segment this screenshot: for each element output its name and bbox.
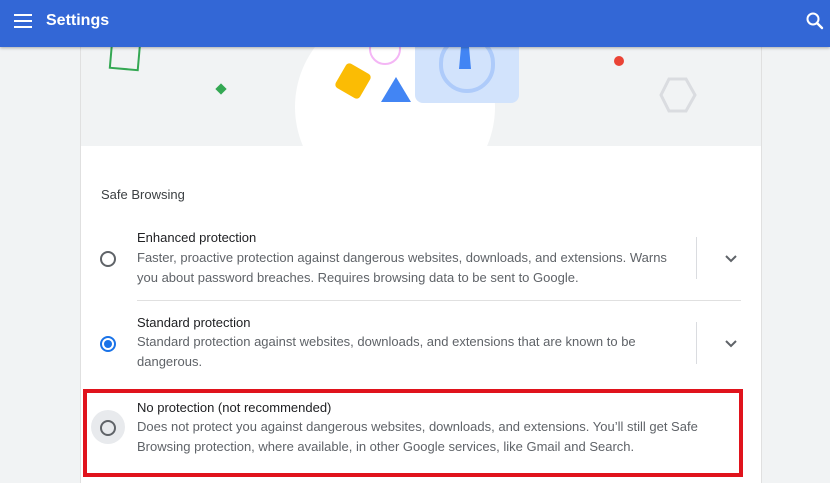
section-title: Safe Browsing [101, 187, 185, 202]
settings-toolbar: Settings [0, 0, 830, 47]
radio-standard-protection[interactable] [100, 336, 116, 352]
divider [696, 237, 697, 279]
chevron-down-icon[interactable] [719, 331, 743, 355]
option-description: Faster, proactive protection against dan… [137, 250, 667, 285]
divider [696, 322, 697, 364]
radio-enhanced-protection[interactable] [100, 251, 116, 267]
safe-browsing-illustration [81, 47, 761, 146]
highlight-box [83, 389, 743, 477]
option-standard-protection[interactable]: Standard protection Standard protection … [81, 309, 761, 381]
menu-icon[interactable] [14, 13, 34, 29]
option-label: Standard protection [137, 315, 251, 330]
divider [137, 300, 741, 301]
option-description: Standard protection against websites, do… [137, 334, 636, 369]
chevron-down-icon[interactable] [719, 246, 743, 270]
option-label: Enhanced protection [137, 230, 257, 245]
page-title: Settings [46, 12, 110, 29]
option-enhanced-protection[interactable]: Enhanced protection Faster, proactive pr… [81, 223, 761, 301]
search-icon[interactable] [804, 10, 826, 32]
